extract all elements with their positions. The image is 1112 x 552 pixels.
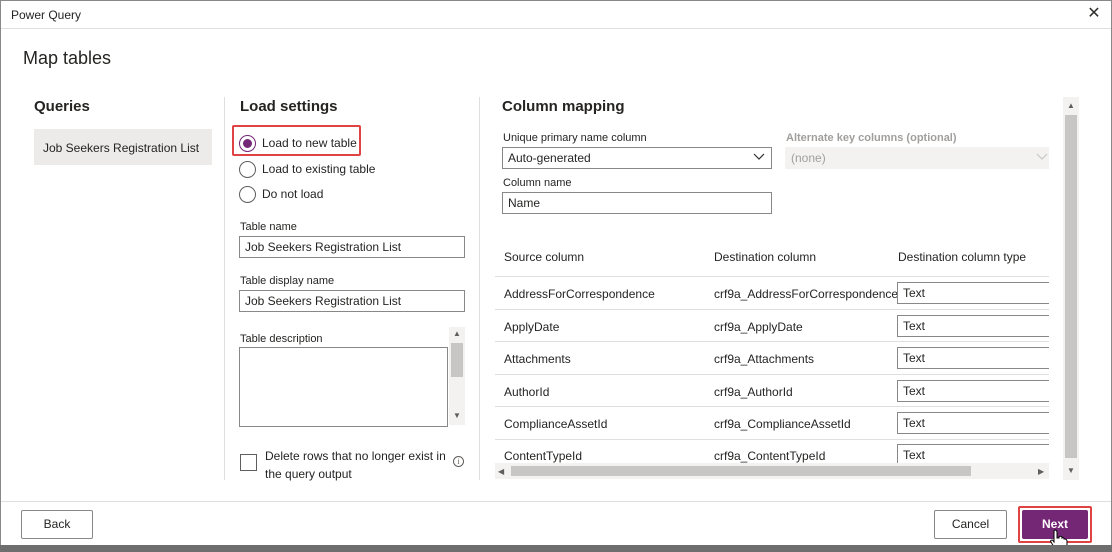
type-dropdown[interactable]: Text: [897, 380, 1049, 402]
row-divider: [495, 439, 1049, 440]
destination-cell: crf9a_ApplyDate: [714, 320, 803, 334]
delete-rows-label: Delete rows that no longer exist in the …: [265, 449, 446, 481]
destination-cell: crf9a_AuthorId: [714, 385, 793, 399]
radio-button[interactable]: [239, 185, 256, 203]
cancel-button[interactable]: Cancel: [934, 510, 1007, 539]
source-cell: ContentTypeId: [504, 449, 583, 463]
source-cell: ComplianceAssetId: [504, 417, 608, 431]
destination-cell: crf9a_Attachments: [714, 352, 815, 366]
column-name-label: Column name: [503, 177, 572, 189]
close-icon[interactable]: ✕: [1085, 5, 1103, 23]
chevron-down-icon: [753, 153, 765, 161]
vertical-scroll-thumb[interactable]: [1065, 115, 1077, 458]
primary-name-label: Unique primary name column: [503, 132, 647, 144]
scroll-down-icon[interactable]: ▼: [1067, 466, 1075, 475]
row-divider: [495, 406, 1049, 407]
textarea-scroll-thumb[interactable]: [451, 343, 463, 377]
radio-button[interactable]: [239, 134, 256, 152]
type-dropdown[interactable]: Text: [897, 282, 1049, 304]
header-destination-type: Destination column type: [898, 250, 1027, 264]
radio-label: Load to new table: [262, 136, 357, 150]
column-mapping-heading: Column mapping: [502, 98, 625, 115]
radio-button[interactable]: [239, 160, 256, 178]
table-description-textarea[interactable]: [239, 347, 448, 427]
scroll-right-icon[interactable]: ▶: [1038, 467, 1044, 476]
radio-label: Do not load: [262, 187, 324, 201]
queries-heading: Queries: [34, 98, 90, 115]
bottom-strip: [0, 545, 1112, 552]
window-title: Power Query: [11, 8, 82, 22]
header-destination-column: Destination column: [714, 250, 817, 264]
table-display-name-input[interactable]: Job Seekers Registration List: [239, 290, 465, 312]
type-dropdown[interactable]: Text: [897, 315, 1049, 337]
source-cell: AddressForCorrespondence: [504, 287, 655, 301]
chevron-down-icon: [1036, 153, 1048, 161]
radio-do-not-load[interactable]: Do not load: [239, 184, 323, 204]
table-display-name-label: Table display name: [240, 275, 335, 287]
scroll-left-icon[interactable]: ◀: [498, 467, 504, 476]
radio-load-new-table[interactable]: Load to new table: [239, 133, 357, 153]
table-name-input[interactable]: Job Seekers Registration List: [239, 236, 465, 258]
delete-rows-checkbox[interactable]: [240, 454, 257, 471]
scroll-up-icon[interactable]: ▲: [1067, 101, 1075, 110]
alternate-key-label: Alternate key columns (optional): [786, 132, 957, 144]
header-source-column: Source column: [504, 250, 585, 264]
info-icon[interactable]: i: [453, 456, 464, 467]
type-dropdown[interactable]: Text: [897, 347, 1049, 369]
source-cell: Attachments: [504, 352, 571, 366]
divider: [224, 97, 225, 480]
title-bar: Power Query ✕: [1, 1, 1111, 29]
primary-name-value: Auto-generated: [508, 151, 591, 165]
back-button[interactable]: Back: [21, 510, 93, 539]
destination-cell: crf9a_AddressForCorrespondence: [714, 287, 899, 301]
row-divider: [495, 276, 1049, 277]
alternate-key-dropdown: (none): [785, 147, 1049, 169]
destination-cell: crf9a_ComplianceAssetId: [714, 417, 851, 431]
destination-cell: crf9a_ContentTypeId: [714, 449, 826, 463]
power-query-dialog: Power Query ✕ Map tables Queries Job See…: [0, 0, 1112, 552]
radio-load-existing-table[interactable]: Load to existing table: [239, 159, 375, 179]
row-divider: [495, 309, 1049, 310]
primary-name-dropdown[interactable]: Auto-generated: [502, 147, 772, 169]
radio-label: Load to existing table: [262, 162, 376, 176]
type-dropdown[interactable]: Text: [897, 412, 1049, 434]
divider: [479, 97, 480, 480]
load-settings-heading: Load settings: [240, 98, 338, 115]
horizontal-scroll-thumb[interactable]: [511, 466, 971, 476]
source-cell: AuthorId: [504, 385, 550, 399]
page-title: Map tables: [23, 48, 112, 68]
scroll-down-icon[interactable]: ▼: [450, 411, 464, 420]
column-name-input[interactable]: Name: [502, 192, 772, 214]
row-divider: [495, 341, 1049, 342]
alternate-key-value: (none): [791, 151, 826, 165]
table-name-label: Table name: [240, 221, 297, 233]
source-cell: ApplyDate: [504, 320, 560, 334]
query-item[interactable]: Job Seekers Registration List: [34, 129, 212, 165]
scroll-up-icon[interactable]: ▲: [450, 329, 464, 338]
table-description-label: Table description: [240, 333, 323, 345]
row-divider: [495, 374, 1049, 375]
